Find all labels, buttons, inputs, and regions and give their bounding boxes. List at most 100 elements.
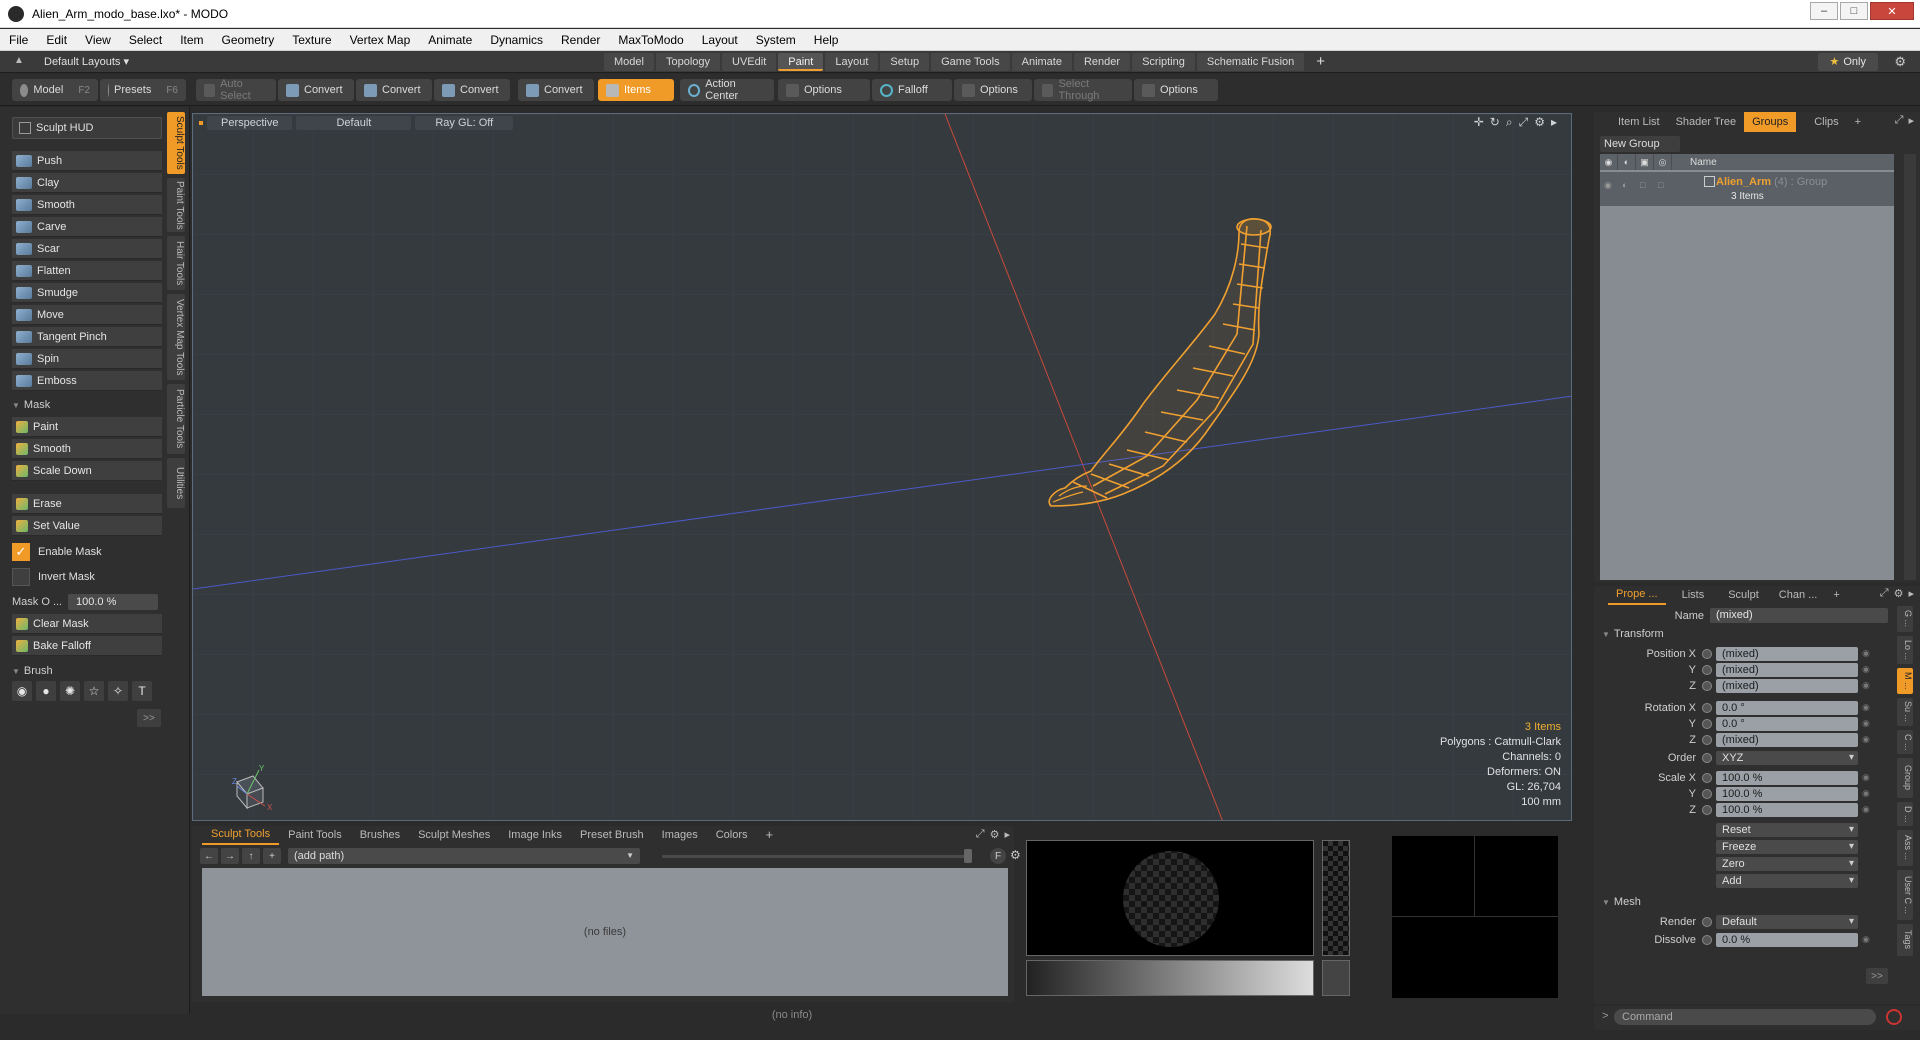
command-input[interactable]: Command xyxy=(1614,1009,1876,1025)
menu-help[interactable]: Help xyxy=(805,33,848,47)
tab-shader-tree[interactable]: Shader Tree xyxy=(1668,112,1745,132)
tool-carve[interactable]: Carve xyxy=(12,217,162,237)
reset-dropdown[interactable]: Reset xyxy=(1716,822,1858,837)
freeze-dropdown[interactable]: Freeze xyxy=(1716,839,1858,854)
3d-viewport[interactable]: Perspective Default Ray GL: Off ✛ ↻ ⌕ ⤢ … xyxy=(192,113,1572,821)
side-tab-user-c[interactable]: User C ... xyxy=(1897,870,1913,920)
keyframe-dot-icon[interactable] xyxy=(1702,752,1712,763)
row-eye-icon[interactable]: ◉ xyxy=(1604,180,1618,192)
channel-eye-icon[interactable]: ◉ xyxy=(1862,734,1872,745)
mask-tool-smooth[interactable]: Smooth xyxy=(12,439,162,459)
side-tab-su[interactable]: Su ... xyxy=(1897,698,1913,726)
mask-tool-scale-down[interactable]: Scale Down xyxy=(12,461,162,481)
browser-add-tab-button[interactable]: + xyxy=(757,826,783,844)
parent-folder-icon[interactable]: ↑ xyxy=(242,848,260,864)
tab-setup[interactable]: Setup xyxy=(880,53,930,71)
groups-add-tab-button[interactable]: + xyxy=(1847,112,1869,132)
menu-maxtomodo[interactable]: MaxToModo xyxy=(609,33,692,47)
side-tab-hair-tools[interactable]: Hair Tools xyxy=(167,236,185,290)
tab-animate[interactable]: Animate xyxy=(1011,53,1072,71)
text-brush-icon[interactable]: T xyxy=(132,681,152,701)
tab-item-list[interactable]: Item List xyxy=(1610,112,1668,132)
scale-x-input[interactable]: 100.0 % xyxy=(1716,770,1858,785)
side-tab-paint-tools[interactable]: Paint Tools xyxy=(167,178,185,232)
select-through-button[interactable]: Select Through xyxy=(1034,78,1132,102)
options-button-1[interactable]: Options xyxy=(778,79,870,101)
side-tab-d[interactable]: D ... xyxy=(1897,802,1913,826)
side-tab-c[interactable]: C ... xyxy=(1897,730,1913,754)
keyframe-dot-icon[interactable] xyxy=(1702,804,1712,815)
position-x-input[interactable]: (mixed) xyxy=(1716,646,1858,661)
convert-button-4[interactable]: Convert xyxy=(518,79,594,101)
groups-scrollbar[interactable] xyxy=(1904,154,1916,580)
mesh-section-header[interactable]: ▼ Mesh xyxy=(1602,896,1641,908)
select-icon[interactable]: ◎ xyxy=(1654,154,1672,170)
tab-topology[interactable]: Topology xyxy=(655,53,721,71)
group-row-alien-arm[interactable]: ◉ ◐ □ □ Alien_Arm (4) : Group 3 Items xyxy=(1600,172,1894,206)
side-tab-m[interactable]: M ... xyxy=(1897,668,1913,694)
viewport-menu-arrow-icon[interactable]: ▸ xyxy=(1551,115,1557,130)
hard-brush-icon[interactable]: ● xyxy=(36,681,56,701)
rotate-icon[interactable]: ↻ xyxy=(1490,115,1500,130)
tab-clips[interactable]: Clips xyxy=(1806,112,1846,132)
menu-select[interactable]: Select xyxy=(120,33,171,47)
menu-animate[interactable]: Animate xyxy=(419,33,481,47)
keyframe-dot-icon[interactable] xyxy=(1702,916,1712,927)
browser-menu-arrow-icon[interactable]: ▸ xyxy=(1004,828,1010,841)
tool-flatten[interactable]: Flatten xyxy=(12,261,162,281)
row-render-icon[interactable]: ◐ xyxy=(1622,180,1636,192)
browser-tab-brushes[interactable]: Brushes xyxy=(351,826,409,844)
groups-maximize-icon[interactable]: ⤢ xyxy=(1895,114,1904,127)
tab-schematic-fusion[interactable]: Schematic Fusion xyxy=(1196,53,1305,71)
mask-tool-set-value[interactable]: Set Value xyxy=(12,516,162,536)
properties-maximize-icon[interactable]: ⤢ xyxy=(1880,587,1889,600)
tool-tangent-pinch[interactable]: Tangent Pinch xyxy=(12,327,162,347)
channel-eye-icon[interactable]: ◉ xyxy=(1862,680,1872,691)
viewport-menu-dot[interactable] xyxy=(199,121,203,125)
channel-eye-icon[interactable]: ◉ xyxy=(1862,804,1872,815)
tool-smudge[interactable]: Smudge xyxy=(12,283,162,303)
presets-button[interactable]: Presets F6 xyxy=(100,79,186,101)
channel-eye-icon[interactable]: ◉ xyxy=(1862,788,1872,799)
tab-paint[interactable]: Paint xyxy=(778,53,824,71)
side-tab-lo[interactable]: Lo ... xyxy=(1897,636,1913,664)
keyframe-dot-icon[interactable] xyxy=(1702,718,1712,729)
properties-menu-arrow-icon[interactable]: ▸ xyxy=(1908,587,1914,600)
tool-move[interactable]: Move xyxy=(12,305,162,325)
gear-icon[interactable]: ⚙ xyxy=(1894,54,1906,70)
channel-eye-icon[interactable]: ◉ xyxy=(1862,718,1872,729)
side-tab-tags[interactable]: Tags xyxy=(1897,924,1913,956)
row-lock-icon[interactable]: □ xyxy=(1640,180,1654,192)
add-path-icon[interactable]: + xyxy=(263,848,281,864)
keyframe-dot-icon[interactable] xyxy=(1702,664,1712,675)
tool-push[interactable]: Push xyxy=(12,151,162,171)
action-center-button[interactable]: Action Center xyxy=(680,78,774,102)
keyframe-dot-icon[interactable] xyxy=(1702,934,1712,945)
side-tab-utilities[interactable]: Utilities xyxy=(167,458,185,508)
raygl-toggle[interactable]: Ray GL: Off xyxy=(415,116,514,130)
side-tab-vertex-map-tools[interactable]: Vertex Map Tools xyxy=(167,294,185,380)
options-button-3[interactable]: Options xyxy=(1134,79,1218,101)
star-brush-icon[interactable]: ☆ xyxy=(84,681,104,701)
file-list[interactable]: (no files) xyxy=(202,868,1008,996)
tab-layout[interactable]: Layout xyxy=(825,53,879,71)
tool-scar[interactable]: Scar xyxy=(12,239,162,259)
falloff-ramp[interactable] xyxy=(1026,960,1314,996)
record-macro-icon[interactable] xyxy=(1886,1009,1902,1025)
perspective-dropdown[interactable]: Perspective xyxy=(207,116,293,130)
keyframe-dot-icon[interactable] xyxy=(1702,772,1712,783)
browser-tab-sculpt-tools[interactable]: Sculpt Tools xyxy=(202,825,280,845)
rotation-z-input[interactable]: (mixed) xyxy=(1716,732,1858,747)
transform-section-header[interactable]: ▼ Transform xyxy=(1602,628,1664,640)
browser-tab-images[interactable]: Images xyxy=(653,826,707,844)
tool-smooth[interactable]: Smooth xyxy=(12,195,162,215)
side-tab-particle-tools[interactable]: Particle Tools xyxy=(167,384,185,454)
menu-item[interactable]: Item xyxy=(171,33,212,47)
menu-file[interactable]: File xyxy=(0,33,37,47)
only-button[interactable]: ★ Only xyxy=(1817,53,1878,71)
invert-mask-checkbox[interactable]: Invert Mask xyxy=(12,566,162,588)
model-button[interactable]: Model F2 xyxy=(12,79,98,101)
properties-add-tab-button[interactable]: + xyxy=(1825,586,1847,604)
sculpt-hud-button[interactable]: Sculpt HUD xyxy=(12,117,162,139)
side-tab-ass[interactable]: Ass ... xyxy=(1897,830,1913,866)
